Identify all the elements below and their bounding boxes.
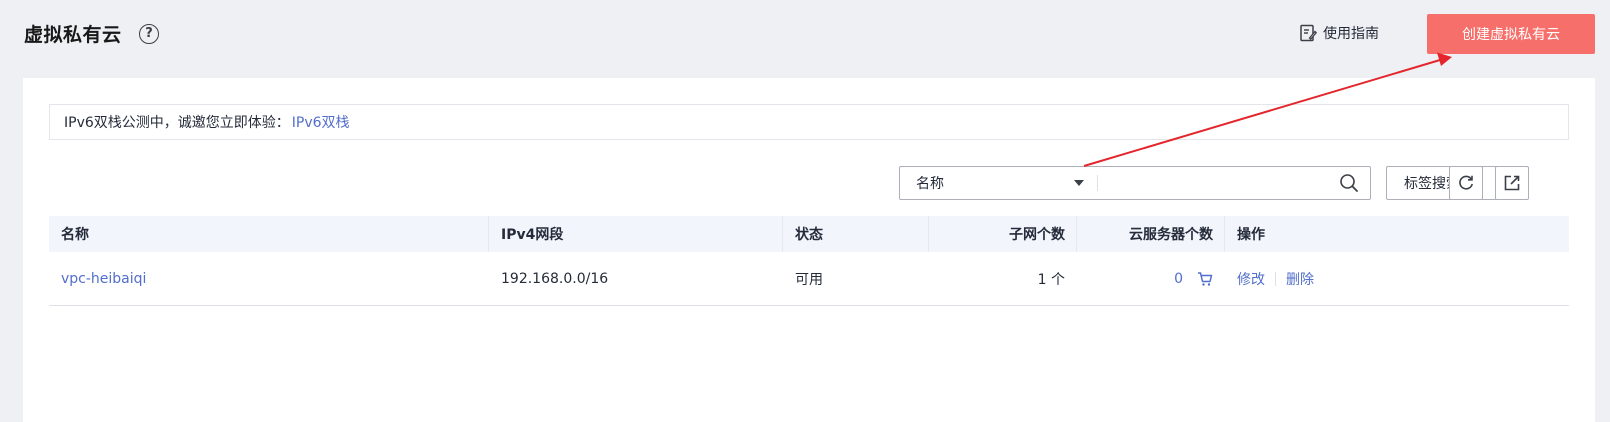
vpc-name-link[interactable]: vpc-heibaiqi: [61, 271, 146, 287]
column-header-actions: 操作: [1237, 227, 1265, 243]
page-header: 虚拟私有云 ? 使用指南 创建虚拟私有云: [0, 0, 1610, 68]
table-header: 名称 IPv4网段 状态 子网个数 云服务器个数 操作: [49, 216, 1569, 252]
export-button[interactable]: [1495, 166, 1529, 200]
vpc-console-page: 虚拟私有云 ? 使用指南 创建虚拟私有云 IPv6双栈公测中，诚邀您立即体验： …: [0, 0, 1610, 422]
server-count-link[interactable]: 0: [1174, 271, 1183, 287]
search-input[interactable]: [1098, 167, 1328, 199]
search-box: 名称: [899, 166, 1371, 200]
help-icon[interactable]: ?: [139, 24, 159, 44]
cell-server-count: 0: [1077, 252, 1225, 305]
refresh-icon: [1459, 175, 1473, 190]
filter-field-value: 名称: [916, 176, 944, 192]
refresh-button[interactable]: [1449, 166, 1483, 200]
column-header-name: 名称: [49, 216, 489, 252]
column-header-ipv4-cidr: IPv4网段: [489, 216, 783, 252]
notice-text: IPv6双栈公测中，诚邀您立即体验：: [64, 115, 290, 131]
delete-link[interactable]: 删除: [1286, 269, 1314, 289]
column-header-subnet-count: 子网个数: [929, 216, 1077, 252]
export-icon: [1504, 175, 1520, 191]
ipv6-notice-banner: IPv6双栈公测中，诚邀您立即体验： IPv6双栈: [49, 104, 1569, 140]
search-button[interactable]: [1328, 167, 1370, 199]
cell-status: 可用: [795, 271, 823, 288]
vpc-list-card: IPv6双栈公测中，诚邀您立即体验： IPv6双栈 名称 标签搜索 名称 IPv…: [23, 78, 1595, 422]
column-header-server-count: 云服务器个数: [1077, 216, 1225, 252]
usage-guide-label: 使用指南: [1323, 26, 1379, 42]
filter-field-select[interactable]: 名称: [900, 167, 1098, 199]
ipv6-dual-stack-link[interactable]: IPv6双栈: [292, 112, 350, 132]
cell-actions: 修改 删除: [1225, 252, 1569, 305]
table-row: vpc-heibaiqi 192.168.0.0/16 可用 1 个 0 修改 …: [49, 252, 1569, 306]
caret-down-icon: [1074, 180, 1084, 186]
cell-subnet-count: 1 个: [1037, 271, 1065, 288]
cell-name: vpc-heibaiqi: [49, 252, 489, 305]
cell-ipv4-cidr: 192.168.0.0/16: [501, 270, 609, 287]
guide-document-icon: [1299, 24, 1317, 42]
action-divider: [1275, 271, 1276, 286]
usage-guide-link[interactable]: 使用指南: [1299, 22, 1379, 44]
column-header-status: 状态: [783, 216, 929, 252]
modify-link[interactable]: 修改: [1237, 269, 1265, 289]
search-icon: [1340, 174, 1358, 192]
create-vpc-button[interactable]: 创建虚拟私有云: [1427, 14, 1595, 54]
page-title: 虚拟私有云: [24, 24, 122, 46]
vpc-table: 名称 IPv4网段 状态 子网个数 云服务器个数 操作 vpc-heibaiqi…: [49, 216, 1569, 306]
cart-icon[interactable]: [1197, 271, 1213, 287]
